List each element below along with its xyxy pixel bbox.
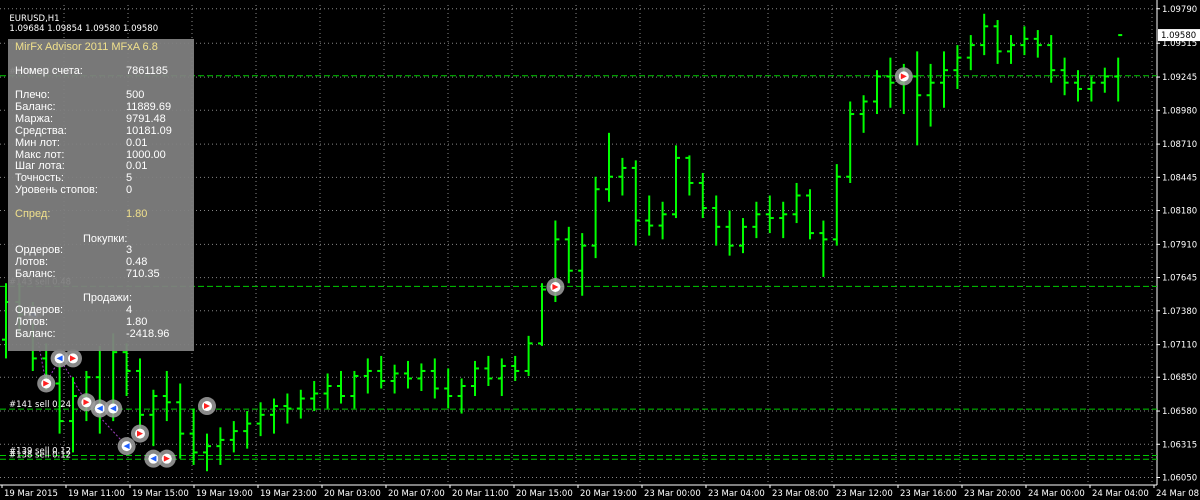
buys-stat-value: 0.48 (126, 255, 148, 268)
x-tick-label: 20 Mar 15:00 (516, 489, 573, 499)
account-stat-label: Плечо: (15, 89, 50, 101)
account-row: Номер счета: 7861185 (15, 65, 190, 77)
account-stat-row: Точность: 5 (15, 172, 190, 184)
chart-header: EURUSD,H1 1.09684 1.09854 1.09580 1.0958… (4, 4, 158, 34)
y-tick-label: 1.06850 (1162, 373, 1197, 383)
account-stat-label: Точность: (15, 172, 64, 185)
account-stat-row: Шаг лота: 0.01 (15, 160, 190, 172)
buys-stat-label: Баланс: (15, 267, 56, 280)
account-stat-row: Средства: 10181.09 (15, 125, 190, 137)
account-stat-label: Уровень стопов: (15, 184, 98, 197)
x-tick-label: 20 Mar 07:00 (388, 489, 445, 499)
account-stat-value: 0 (126, 184, 133, 197)
symbol-timeframe: EURUSD,H1 (9, 14, 60, 24)
account-label: Номер счета: (15, 65, 83, 77)
x-tick-label: 19 Mar 19:00 (196, 489, 253, 499)
spread-label: Спред: (15, 208, 51, 220)
account-stat-row: Маржа: 9791.48 (15, 113, 190, 125)
sells-stat-label: Баланс: (15, 327, 56, 340)
y-tick-label: 1.08445 (1162, 173, 1197, 183)
x-tick-label: 23 Mar 12:00 (836, 489, 893, 499)
account-stat-value: 10181.09 (126, 124, 172, 137)
y-tick-label: 1.07645 (1162, 274, 1197, 284)
sells-stat-label: Ордеров: (15, 304, 64, 316)
sells-stat-row: Баланс: -2418.96 (15, 328, 190, 340)
sells-stat-row: Лотов: 1.80 (15, 316, 190, 328)
account-stat-label: Макс лот: (15, 148, 65, 161)
x-tick-label: 20 Mar 03:00 (324, 489, 381, 499)
current-price-label: 1.09580 (1161, 31, 1196, 41)
account-stat-row: Уровень стопов: 0 (15, 184, 190, 196)
x-tick-label: 23 Mar 04:00 (708, 489, 765, 499)
y-tick-label: 1.09790 (1162, 5, 1197, 15)
y-tick-label: 1.07910 (1162, 240, 1197, 250)
buys-stat-value: 3 (126, 244, 133, 256)
x-tick-label: 23 Mar 00:00 (644, 489, 701, 499)
account-stat-label: Шаг лота: (15, 160, 65, 173)
x-tick-label: 19 Mar 11:00 (68, 489, 125, 499)
x-tick-label: 19 Mar 15:00 (132, 489, 189, 499)
buys-stat-label: Ордеров: (15, 244, 64, 256)
x-tick-label: 20 Mar 11:00 (452, 489, 509, 499)
account-stat-label: Мин лот: (15, 136, 60, 149)
order-label: #138 sell 0.12 (9, 450, 71, 460)
account-stat-row: Баланс: 11889.69 (15, 101, 190, 113)
spread-value: 1.80 (126, 208, 148, 220)
x-tick-label: 24 Mar 04:00 (1092, 489, 1149, 499)
y-tick-label: 1.08710 (1162, 140, 1197, 150)
account-stat-value: 0.01 (126, 160, 148, 173)
y-tick-label: 1.06315 (1162, 440, 1197, 450)
y-tick-label: 1.09245 (1162, 73, 1197, 83)
advisor-info-panel: MirFx Advisor 2011 MFxA 6.8 Номер счета:… (8, 39, 194, 351)
ohlc-readout: 1.09684 1.09854 1.09580 1.09580 (9, 24, 159, 34)
buys-stat-row: Лотов: 0.48 (15, 256, 190, 268)
y-tick-label: 1.08980 (1162, 106, 1197, 116)
x-tick-label: 23 Mar 08:00 (772, 489, 829, 499)
account-stat-label: Средства: (15, 124, 67, 137)
buys-stat-label: Лотов: (15, 255, 49, 268)
account-stat-value: 11889.69 (126, 100, 172, 113)
y-tick-label: 1.06050 (1162, 473, 1197, 483)
account-stat-row: Плечо: 500 (15, 89, 190, 101)
account-stat-value: 500 (126, 89, 145, 101)
x-tick-label: 19 Mar 23:00 (260, 489, 317, 499)
sells-stat-row: Ордеров: 4 (15, 304, 190, 316)
advisor-title: MirFx Advisor 2011 MFxA 6.8 (15, 41, 158, 53)
sells-stat-value: -2418.96 (126, 327, 170, 340)
account-stat-row: Макс лот: 1000.00 (15, 149, 190, 161)
x-tick-label: 24 Mar 08 (1156, 489, 1199, 499)
y-tick-label: 1.07110 (1162, 341, 1197, 351)
account-stat-row: Мин лот: 0.01 (15, 137, 190, 149)
x-tick-label: 23 Mar 20:00 (964, 489, 1021, 499)
buys-stat-row: Ордеров: 3 (15, 244, 190, 256)
account-stat-value: 1000.00 (126, 148, 166, 161)
account-stat-value: 0.01 (126, 136, 148, 149)
account-stat-value: 5 (126, 172, 133, 185)
buys-stat-row: Баланс: 710.35 (15, 268, 190, 280)
spread-row: Спред: 1.80 (15, 208, 190, 220)
y-tick-label: 1.06580 (1162, 407, 1197, 417)
order-label: #141 sell 0.24 (9, 400, 71, 410)
account-stat-label: Маржа: (15, 112, 54, 125)
sells-stat-label: Лотов: (15, 315, 49, 328)
account-stat-value: 9791.48 (126, 112, 166, 125)
sells-title: Продажи: (83, 292, 132, 304)
y-tick-label: 1.07380 (1162, 307, 1197, 317)
x-tick-label: 19 Mar 2015 (4, 489, 58, 499)
account-value: 7861185 (126, 65, 169, 77)
sells-stat-value: 4 (126, 304, 133, 316)
buys-stat-value: 710.35 (126, 267, 160, 280)
y-tick-label: 1.08180 (1162, 207, 1197, 217)
x-tick-label: 24 Mar 00:00 (1028, 489, 1085, 499)
sells-stat-value: 1.80 (126, 315, 148, 328)
x-tick-label: 20 Mar 19:00 (580, 489, 637, 499)
account-stat-label: Баланс: (15, 100, 56, 113)
x-tick-label: 23 Mar 16:00 (900, 489, 957, 499)
